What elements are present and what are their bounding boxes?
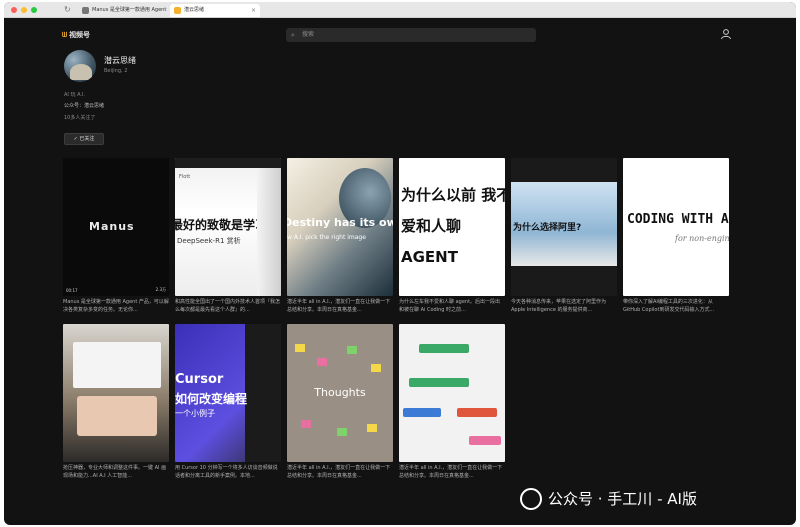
maximize-window-button[interactable] (31, 7, 37, 13)
video-thumbnail[interactable]: Cursor 如何改变编程 一个小例子 (175, 324, 281, 462)
search-input[interactable]: ⌕ 搜索 (286, 28, 536, 42)
video-caption: 为什么左车我不爱和人聊 agent。后出一段出和被在聊 Ai Coding 时之… (399, 299, 501, 313)
video-caption: 和高性能全国出了一个国内外技术人首项『我怎么每次都是最先看这个人群』的... (175, 299, 281, 313)
video-thumbnail[interactable] (399, 324, 505, 462)
channels-logo-icon: ᗯ (62, 31, 68, 39)
browser-window: ↻ Manus 是全球第一款通用 Agent 潜云思绪 × ᗯ 视频号 ⌕ 搜索 … (4, 2, 796, 525)
search-icon: ⌕ (291, 31, 295, 39)
video-thumbnail[interactable]: Thoughts (287, 324, 393, 462)
follow-button-label: 已关注 (79, 136, 95, 142)
thumbnail-title: Manus (89, 220, 135, 233)
reload-icon[interactable]: ↻ (64, 4, 71, 16)
thumbnail-subtitle: for non-engin (675, 234, 729, 243)
tab-manus[interactable]: Manus 是全球第一款通用 Agent (78, 4, 168, 17)
profile-tagline: AI 玩 A.I. (64, 92, 86, 98)
video-thumbnail[interactable]: 为什么以前 我不爱和人聊 AGENT (399, 158, 505, 296)
video-card[interactable]: 为什么以前 我不爱和人聊 AGENT 为什么左车我不爱和人聊 agent。后出一… (399, 158, 505, 313)
thumbnail-subtitle: 如何改变编程 (175, 392, 248, 406)
tab-favicon-icon (174, 7, 181, 14)
video-caption: 潜近半年 all in A.I.，潜友们一直在让我做一下总结和分享。本周日在真格… (399, 465, 503, 479)
video-caption: 抢压神器，专业大师和调整这件事。一键 AI 画现场和能力...AI A.I 人工… (63, 465, 167, 479)
video-caption: 潜近半年 all in A.I.，潜友们一直在让我做一下总结和分享。本周日在真格… (287, 299, 391, 313)
thumbnail-title: Destiny has its own (287, 216, 393, 229)
follow-button[interactable]: ✓ 已关注 (64, 133, 104, 145)
title-bar: ↻ Manus 是全球第一款通用 Agent 潜云思绪 × (4, 2, 796, 18)
thumbnail-title: 为什么以前 我不爱和人聊 AGENT (401, 186, 505, 266)
video-thumbnail[interactable]: Flott 最好的致敬是学习 DeepSeek-R1 赏析 (175, 158, 281, 296)
video-thumbnail[interactable]: Manus 00:17 2.3万 (63, 158, 169, 296)
close-tab-icon[interactable]: × (251, 4, 256, 17)
thumbnail-subtitle: w A.I. pick the right image (287, 234, 366, 241)
video-duration: 00:17 (66, 288, 78, 293)
video-caption: Manus 是全球第一款通用 Agent 产品，可以解决各类复杂多变的任务。无论… (63, 299, 169, 313)
search-placeholder: 搜索 (302, 31, 315, 38)
thumbnail-title: CODING WITH A (627, 212, 729, 227)
video-caption: 今天各种消息传来，苹果在选定了阿里作为 Apple Intelligence 的… (511, 299, 607, 313)
thumbnail-title: Cursor (175, 372, 224, 387)
thumbnail-subtitle-2: 一个小例子 (175, 409, 215, 418)
video-card[interactable]: Manus 00:17 2.3万 Manus 是全球第一款通用 Agent 产品… (63, 158, 169, 313)
video-caption: 用 Cursor 10 分钟写一个将多人访谈音频做说话者和分离工具的新手案例。本… (175, 465, 278, 479)
video-card[interactable]: CODING WITH A for non-engin 带你深入了解AI编程工具… (623, 158, 729, 313)
tab-favicon-icon (82, 7, 89, 14)
video-card[interactable]: Flott 最好的致敬是学习 DeepSeek-R1 赏析 和高性能全国出了一个… (175, 158, 281, 313)
close-window-button[interactable] (11, 7, 17, 13)
tab-profile[interactable]: 潜云思绪 × (170, 4, 260, 17)
thumbnail-title: 为什么选择阿里? (513, 223, 582, 233)
video-card[interactable]: Cursor 如何改变编程 一个小例子 用 Cursor 10 分钟写一个将多人… (175, 324, 281, 479)
profile-location: Beijing, 2 (104, 68, 128, 74)
video-thumbnail[interactable] (63, 324, 169, 462)
tab-label: Manus 是全球第一款通用 Agent (92, 7, 167, 13)
thumbnail-title: 最好的致敬是学习 (175, 218, 268, 232)
video-thumbnail[interactable]: Destiny has its own w A.I. pick the righ… (287, 158, 393, 296)
video-thumbnail[interactable]: 为什么选择阿里? (511, 158, 617, 296)
official-account-link[interactable]: 公众号：潜云思绪 (64, 102, 104, 109)
logo-label: 视频号 (69, 31, 91, 39)
thumbnail-title: Thoughts (314, 386, 366, 399)
followers-count: 10多人关注了 (64, 115, 96, 121)
video-caption: 潜近半年 all in A.I.，潜友们一直在让我做一下总结和分享。本周日在真格… (287, 465, 391, 479)
video-card[interactable]: 潜近半年 all in A.I.，潜友们一直在让我做一下总结和分享。本周日在真格… (399, 324, 505, 479)
minimize-window-button[interactable] (21, 7, 27, 13)
video-views: 2.3万 (155, 287, 166, 292)
video-card[interactable]: Destiny has its own w A.I. pick the righ… (287, 158, 393, 313)
video-card[interactable]: Thoughts 潜近半年 all in A.I.，潜友们一直在让我做一下总结和… (287, 324, 393, 479)
video-caption: 带你深入了解AI编程工具的三次进化：从 GitHub Copilot到研发交代码… (623, 299, 715, 313)
profile-name: 潜云思绪 (104, 56, 136, 65)
thumbnail-subtitle: DeepSeek-R1 赏析 (177, 237, 241, 245)
watermark-text: 公众号 · 手工川 - AI版 (548, 490, 697, 508)
tab-label: 潜云思绪 (184, 7, 205, 13)
thumbnail-tag: Flott (179, 174, 191, 180)
app-logo[interactable]: ᗯ 视频号 (62, 30, 90, 40)
user-icon[interactable] (720, 28, 732, 40)
video-thumbnail[interactable]: CODING WITH A for non-engin (623, 158, 729, 296)
video-card[interactable]: 为什么选择阿里? 今天各种消息传来，苹果在选定了阿里作为 Apple Intel… (511, 158, 617, 313)
wechat-logo-icon (520, 488, 542, 510)
avatar (64, 50, 96, 82)
video-card[interactable]: 抢压神器，专业大师和调整这件事。一键 AI 画现场和能力...AI A.I 人工… (63, 324, 169, 479)
